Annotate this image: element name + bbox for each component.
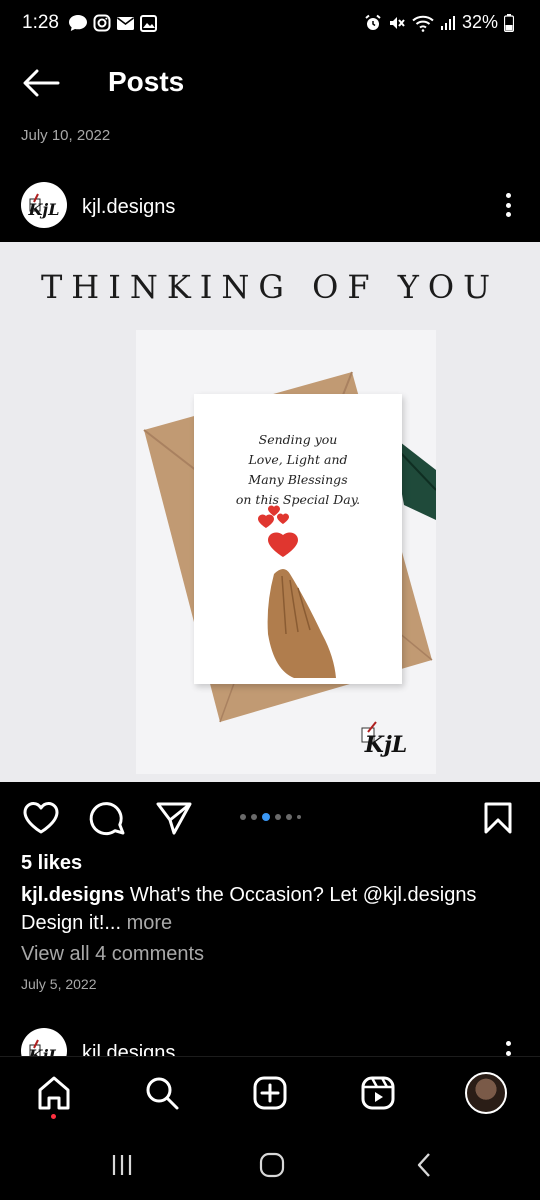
battery-icon bbox=[504, 13, 514, 32]
bookmark-icon bbox=[484, 802, 512, 834]
send-icon bbox=[156, 802, 192, 835]
save-button[interactable] bbox=[478, 798, 518, 838]
chat-bubble-icon bbox=[69, 15, 87, 31]
svg-text:KjL: KjL bbox=[28, 1046, 60, 1056]
caption-more-link[interactable]: more bbox=[121, 912, 173, 934]
post-date-header: July 10, 2022 bbox=[21, 127, 111, 144]
home-icon bbox=[38, 1076, 70, 1110]
carousel-dot bbox=[297, 815, 301, 819]
svg-text:KjL: KjL bbox=[28, 200, 60, 219]
carousel-dot bbox=[240, 814, 246, 820]
hearts-and-praying-hands bbox=[258, 505, 336, 678]
comment-button[interactable] bbox=[88, 798, 128, 838]
carousel-dot-active bbox=[262, 813, 270, 821]
system-status-icons: 32% bbox=[364, 12, 514, 33]
likes-count[interactable]: 5 likes bbox=[21, 852, 82, 875]
nav-home[interactable] bbox=[32, 1071, 76, 1115]
create-icon bbox=[253, 1076, 287, 1110]
profile-avatar bbox=[465, 1072, 507, 1114]
status-bar: 1:28 32% bbox=[0, 0, 540, 50]
post-caption: kjl.designs What's the Occasion? Let @kj… bbox=[21, 881, 521, 937]
back-system-button[interactable] bbox=[404, 1148, 444, 1182]
status-time: 1:28 bbox=[22, 12, 59, 33]
more-dot-icon bbox=[505, 212, 511, 217]
heart-icon bbox=[23, 802, 59, 834]
mail-icon bbox=[117, 16, 134, 30]
carousel-dot bbox=[286, 814, 292, 820]
post-author-row: KjL kjl.designs bbox=[0, 176, 540, 238]
greeting-card: Sending you Love, Light and Many Blessin… bbox=[194, 394, 402, 684]
more-dot-icon bbox=[505, 1050, 511, 1056]
post-image[interactable]: THINKING OF YOU Sending you Love, Light … bbox=[0, 242, 540, 782]
notification-icons bbox=[68, 14, 157, 32]
arrow-left-icon bbox=[23, 69, 60, 97]
nav-reels[interactable] bbox=[356, 1071, 400, 1115]
home-circle-icon bbox=[259, 1152, 285, 1178]
nav-search[interactable] bbox=[140, 1071, 184, 1115]
recent-apps-icon bbox=[112, 1155, 132, 1175]
caption-username[interactable]: kjl.designs bbox=[21, 884, 124, 906]
back-chevron-icon bbox=[417, 1153, 430, 1177]
carousel-indicator bbox=[240, 813, 301, 821]
search-icon bbox=[146, 1077, 179, 1110]
battery-percent: 32% bbox=[461, 12, 498, 32]
alarm-icon bbox=[365, 14, 381, 30]
kjl-logo-icon: KjL bbox=[28, 1039, 60, 1056]
view-comments-link[interactable]: View all 4 comments bbox=[21, 943, 204, 966]
home-system-button[interactable] bbox=[252, 1148, 292, 1182]
back-button[interactable] bbox=[20, 66, 62, 100]
system-navigation-bar bbox=[0, 1130, 540, 1200]
author-avatar[interactable]: KjL bbox=[21, 182, 67, 228]
bottom-navigation bbox=[0, 1056, 540, 1130]
page-title: Posts bbox=[108, 66, 185, 97]
top-header: Posts bbox=[0, 50, 540, 114]
share-button[interactable] bbox=[154, 798, 194, 838]
more-dot-icon bbox=[505, 1041, 511, 1046]
gallery-icon bbox=[140, 14, 157, 32]
recent-apps-button[interactable] bbox=[102, 1148, 142, 1182]
image-title: THINKING OF YOU bbox=[40, 268, 500, 306]
comment-icon bbox=[89, 802, 125, 836]
nav-create[interactable] bbox=[248, 1071, 292, 1115]
carousel-dot bbox=[251, 814, 257, 820]
reels-icon bbox=[361, 1076, 395, 1110]
instagram-icon bbox=[93, 14, 111, 32]
more-dot-icon bbox=[505, 202, 511, 208]
next-author-avatar[interactable]: KjL bbox=[21, 1028, 67, 1056]
post-options-button[interactable] bbox=[496, 190, 520, 220]
post-date: July 5, 2022 bbox=[21, 976, 97, 992]
more-dot-icon bbox=[505, 193, 511, 198]
wifi-icon bbox=[412, 15, 434, 32]
post-actions bbox=[0, 790, 540, 846]
author-username[interactable]: kjl.designs bbox=[82, 196, 175, 219]
signal-icon bbox=[440, 15, 455, 30]
home-notification-dot bbox=[51, 1114, 56, 1119]
watermark-text: KjL bbox=[364, 732, 408, 758]
mute-icon bbox=[389, 16, 405, 29]
kjl-logo-icon: KjL bbox=[28, 193, 60, 219]
carousel-dot bbox=[275, 814, 281, 820]
next-post-options-button[interactable] bbox=[496, 1038, 520, 1056]
kjl-watermark-logo: KjL bbox=[361, 721, 408, 758]
like-button[interactable] bbox=[21, 798, 61, 838]
next-author-username[interactable]: kjl.designs bbox=[82, 1042, 175, 1056]
nav-profile[interactable] bbox=[464, 1071, 508, 1115]
next-post-author-row: KjL kjl.designs bbox=[0, 1024, 540, 1056]
